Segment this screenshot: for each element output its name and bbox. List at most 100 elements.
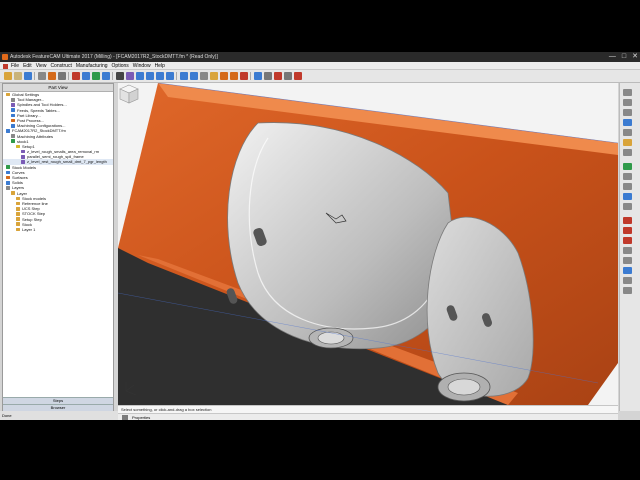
save-icon[interactable] [24,72,32,80]
tool-icon [11,103,15,107]
steps-tab[interactable]: Steps [3,397,113,404]
feature-view-icon[interactable] [220,72,228,80]
select-arrow-icon[interactable] [116,72,124,80]
solid-icon [6,180,10,185]
stock-view-icon[interactable] [210,72,218,80]
view-top-icon[interactable] [623,89,632,96]
layer-view-icon[interactable] [200,72,208,80]
attrib-icon [11,134,15,138]
part-view-panel: Part View Global Settings Tool Manager...… [2,83,114,411]
point-tool-icon[interactable] [623,247,632,254]
redo-icon[interactable] [82,72,90,80]
ucs-icon[interactable] [623,193,632,200]
shading-icon[interactable] [623,139,632,146]
dimension-icon[interactable] [623,267,632,274]
stop-icon[interactable] [240,72,248,80]
wireframe-icon[interactable] [190,72,198,80]
post-icon [11,118,15,123]
view-side-icon[interactable] [623,109,632,116]
record-icon[interactable] [274,72,282,80]
book-icon [11,113,15,118]
layer-toggle-icon[interactable] [623,203,632,210]
viewcube-icon[interactable] [118,83,140,105]
zoom-icon[interactable] [136,72,144,80]
rotate-view-icon[interactable] [126,72,134,80]
app-icon [2,54,8,60]
view-bottom-icon[interactable] [623,129,632,136]
section-icon[interactable] [623,149,632,156]
featurecam-window: Autodesk FeatureCAM Ultimate 2017 (Milli… [0,52,640,420]
stock-icon [6,165,10,170]
menu-construct[interactable]: Construct [50,62,71,69]
layer-icon [16,206,20,211]
tree-item[interactable]: Layer 1 [3,227,113,232]
part-model [118,83,618,405]
shaded-view-icon[interactable] [180,72,188,80]
close-button[interactable]: ✕ [632,52,638,62]
new-file-icon[interactable] [4,72,12,80]
maximize-button[interactable]: □ [622,52,626,62]
grid-icon[interactable] [623,173,632,180]
browser-tab[interactable]: Browser [3,404,113,411]
menu-bar: File Edit View Construct Manufacturing O… [0,62,640,70]
layer-icon [16,201,20,206]
screen: Autodesk FeatureCAM Ultimate 2017 (Milli… [0,0,640,480]
minimize-button[interactable]: — [609,52,616,62]
simulate-icon[interactable] [92,72,100,80]
iso-view-icon[interactable] [166,72,174,80]
undo-icon[interactable] [72,72,80,80]
arc-tool-icon[interactable] [623,227,632,234]
help-icon[interactable] [294,72,302,80]
menu-help[interactable]: Help [155,62,165,69]
properties-icon[interactable] [122,415,128,420]
toolpath-icon[interactable] [102,72,110,80]
pan-icon[interactable] [146,72,154,80]
menu-edit[interactable]: Edit [23,62,32,69]
copy-icon[interactable] [58,72,66,80]
right-toolbar [619,83,640,411]
surface-view-icon[interactable] [230,72,238,80]
settings-icon[interactable] [284,72,292,80]
menu-view[interactable]: View [36,62,47,69]
snap-grid-icon[interactable] [623,183,632,190]
main-toolbar [0,70,640,83]
circle-tool-icon[interactable] [623,237,632,244]
menu-file[interactable]: File [11,62,19,69]
offset-icon[interactable] [623,287,632,294]
cut-icon[interactable] [48,72,56,80]
command-prompt: Select something, or click-and-drag a bo… [118,405,618,413]
menu-manufacturing[interactable]: Manufacturing [76,62,108,69]
snap-icon[interactable] [264,72,272,80]
title-bar: Autodesk FeatureCAM Ultimate 2017 (Milli… [0,52,640,62]
layer-icon [16,217,20,221]
op-icon [21,149,25,154]
stock-toggle-icon[interactable] [623,163,632,170]
doc-icon [6,129,10,133]
layer-icon [16,212,20,216]
open-file-icon[interactable] [14,72,22,80]
tool-icon [11,97,15,102]
table-icon [11,108,15,112]
line-tool-icon[interactable] [623,217,632,224]
part-view-title: Part View [3,84,113,92]
app-status-bar: Done [0,411,118,420]
view-front-icon[interactable] [623,99,632,106]
menu-options[interactable]: Options [112,62,129,69]
3d-viewport[interactable] [118,83,618,405]
menu-window[interactable]: Window [133,62,151,69]
print-icon[interactable] [38,72,46,80]
properties-bar: Properties [118,413,618,420]
layer-icon [16,196,20,201]
properties-label[interactable]: Properties [132,415,150,420]
measure-icon[interactable] [254,72,262,80]
surface-icon [6,175,10,180]
folder-icon [6,92,10,97]
fit-view-icon[interactable] [156,72,164,80]
spline-tool-icon[interactable] [623,257,632,264]
app-menu-icon[interactable] [3,63,8,69]
layer-icon [11,191,15,195]
view-iso-icon[interactable] [623,119,632,126]
window-title: Autodesk FeatureCAM Ultimate 2017 (Milli… [10,54,218,60]
op-icon [21,155,25,159]
trim-icon[interactable] [623,277,632,284]
